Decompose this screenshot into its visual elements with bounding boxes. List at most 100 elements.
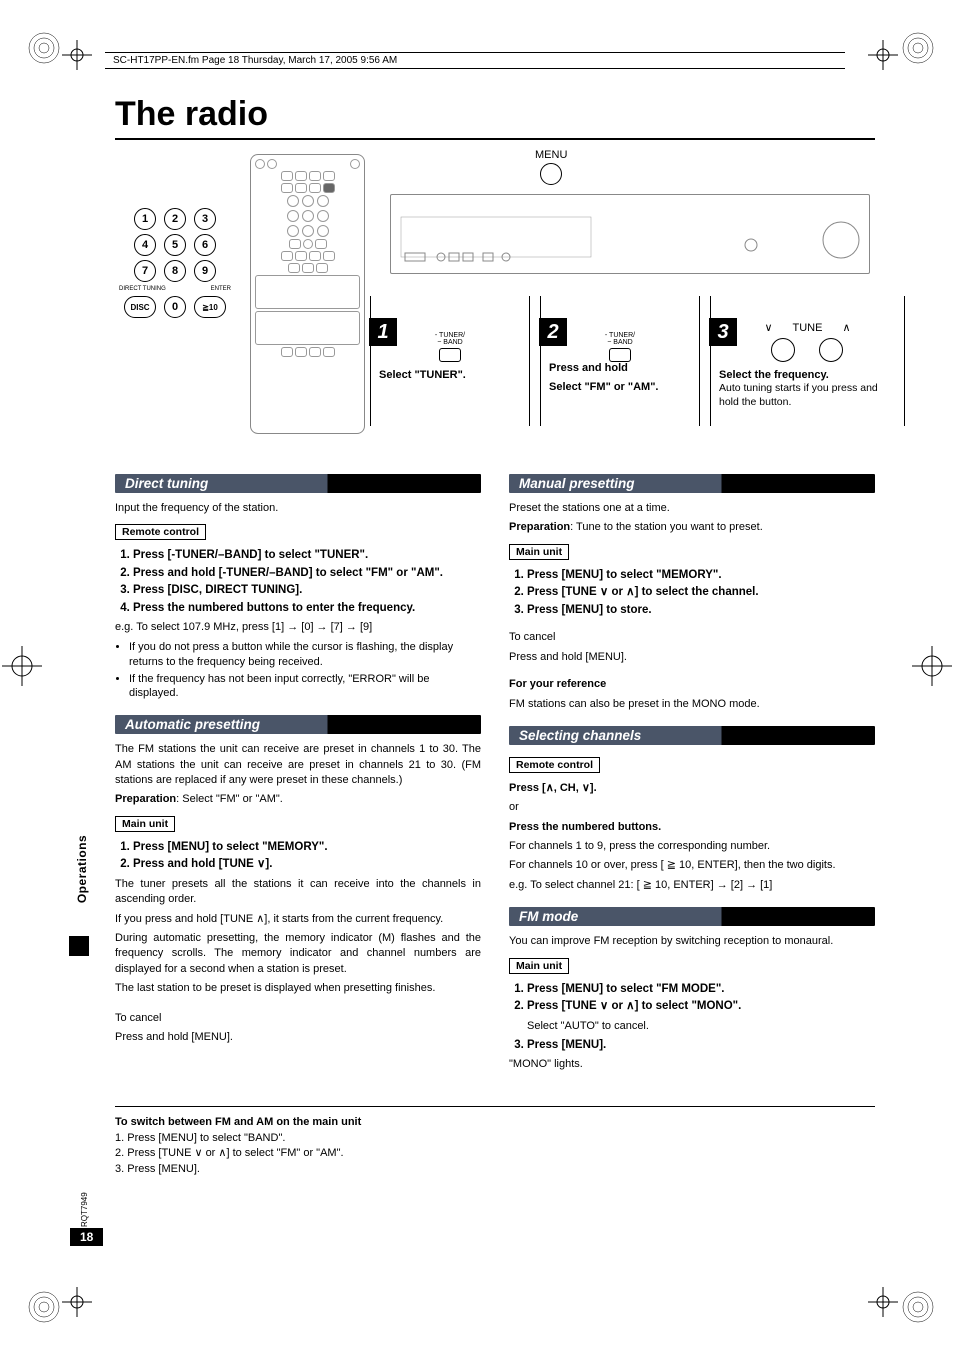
ap-p2: The tuner presets all the stations it ca… bbox=[115, 877, 481, 908]
tune-down-icon: ∨ bbox=[764, 321, 772, 334]
fm-step-3: Press [MENU]. bbox=[527, 1038, 875, 1054]
dt-b2: If the frequency has not been input corr… bbox=[129, 672, 481, 702]
sc-l1: Press [∧, CH, ∨]. bbox=[509, 782, 597, 794]
fm-after: "MONO" lights. bbox=[509, 1057, 875, 1072]
dt-b1: If you do not press a button while the c… bbox=[129, 640, 481, 670]
menu-label: MENU bbox=[535, 149, 567, 185]
fm-step-2: Press [TUNE ∨ or ∧] to select "MONO". bbox=[527, 999, 875, 1015]
num-5: 5 bbox=[164, 234, 186, 256]
num-9: 9 bbox=[194, 260, 216, 282]
head-auto-preset: Automatic presetting bbox=[115, 715, 481, 734]
num-3: 3 bbox=[194, 208, 216, 230]
num-1: 1 bbox=[134, 208, 156, 230]
print-header: SC-HT17PP-EN.fm Page 18 Thursday, March … bbox=[105, 52, 845, 69]
footer-title: To switch between FM and AM on the main … bbox=[115, 1115, 875, 1130]
page-number: 18 bbox=[70, 1228, 103, 1246]
dt-step-3: Press [DISC, DIRECT TUNING]. bbox=[133, 583, 481, 599]
main-unit-illustration bbox=[390, 194, 870, 274]
crop-mark-right bbox=[912, 646, 952, 686]
label-direct-tuning: DIRECT TUNING bbox=[119, 286, 166, 292]
disc-btn: DISC bbox=[124, 296, 156, 318]
steps-row: 1 - TUNER/ − BAND Select "TUNER". 2 - TU… bbox=[370, 296, 905, 426]
mp-list: Press [MENU] to select "MEMORY". Press [… bbox=[509, 568, 875, 619]
ap-p5: The last station to be preset is display… bbox=[115, 981, 481, 996]
ap-cancel-h: To cancel bbox=[115, 1011, 481, 1026]
right-column: Manual presetting Preset the stations on… bbox=[509, 460, 875, 1076]
sc-box: Remote control bbox=[509, 757, 600, 773]
ap-p4: During automatic presetting, the memory … bbox=[115, 931, 481, 977]
step1-btn-label: - TUNER/ − BAND bbox=[435, 332, 465, 346]
page-title: The radio bbox=[115, 95, 884, 134]
dt-box: Remote control bbox=[115, 524, 206, 540]
mp-prep-label: Preparation bbox=[509, 521, 570, 533]
mp-step-2: Press [TUNE ∨ or ∧] to select the channe… bbox=[527, 585, 875, 601]
crop-rosette-br bbox=[900, 1289, 936, 1325]
tune-down-knob-icon bbox=[771, 338, 795, 362]
crop-mark-left bbox=[2, 646, 42, 686]
crop-rosette-bl bbox=[26, 1289, 62, 1325]
step2-caption: Select "FM" or "AM". bbox=[549, 380, 691, 394]
dt-bullets: If you do not press a button while the c… bbox=[115, 640, 481, 701]
fm-sub1: Select "AUTO" to cancel. bbox=[527, 1019, 875, 1034]
head-manual-preset: Manual presetting bbox=[509, 474, 875, 493]
tune-label: TUNE bbox=[793, 322, 823, 334]
mp-cancel-t: Press and hold [MENU]. bbox=[509, 650, 875, 665]
crop-target-tr bbox=[868, 40, 898, 70]
tune-up-icon: ∧ bbox=[842, 321, 850, 334]
footer-line-1: 1. Press [MENU] to select "BAND". bbox=[115, 1131, 875, 1146]
fm-intro: You can improve FM reception by switchin… bbox=[509, 934, 875, 949]
mp-step-1: Press [MENU] to select "MEMORY". bbox=[527, 568, 875, 584]
num-gte10: ≧10 bbox=[194, 296, 226, 318]
num-7: 7 bbox=[134, 260, 156, 282]
sc-or: or bbox=[509, 800, 875, 815]
sc-t3: e.g. To select channel 21: [ ≧ 10, ENTER… bbox=[509, 878, 875, 893]
fm-step-1: Press [MENU] to select "FM MODE". bbox=[527, 982, 875, 998]
tune-up-knob-icon bbox=[819, 338, 843, 362]
diagram-area: 123 456 789 DIRECT TUNINGENTER DISC0≧10 … bbox=[115, 154, 875, 454]
ap-list: Press [MENU] to select "MEMORY". Press a… bbox=[115, 840, 481, 873]
fm-list-2: Press [MENU]. bbox=[509, 1038, 875, 1054]
mp-intro: Preset the stations one at a time. bbox=[509, 501, 875, 516]
mp-ref-t: FM stations can also be preset in the MO… bbox=[509, 697, 875, 712]
footer-line-3: 3. Press [MENU]. bbox=[115, 1162, 875, 1177]
dt-intro: Input the frequency of the station. bbox=[115, 501, 481, 516]
dt-step-1: Press [-TUNER/–BAND] to select "TUNER". bbox=[133, 548, 481, 564]
menu-text: MENU bbox=[535, 149, 567, 161]
step2-pre: Press and hold bbox=[549, 362, 691, 374]
page-number-area: RQT7949 18 bbox=[70, 1228, 103, 1246]
rqt-code: RQT7949 bbox=[80, 1192, 89, 1227]
step-3: 3 ∨ TUNE ∧ Select the freque bbox=[710, 296, 905, 426]
ap-prep: Preparation: Select "FM" or "AM". bbox=[115, 792, 481, 807]
num-8: 8 bbox=[164, 260, 186, 282]
footer-line-2: 2. Press [TUNE ∨ or ∧] to select "FM" or… bbox=[115, 1146, 875, 1161]
crop-target-tl bbox=[62, 40, 92, 70]
step3-sub: Auto tuning starts if you press and hold… bbox=[719, 382, 896, 409]
ap-prep-label: Preparation bbox=[115, 793, 176, 805]
mp-cancel-h: To cancel bbox=[509, 630, 875, 645]
ap-step-1: Press [MENU] to select "MEMORY". bbox=[133, 840, 481, 856]
step-num-1: 1 bbox=[369, 318, 397, 346]
step-num-3: 3 bbox=[709, 318, 737, 346]
num-6: 6 bbox=[194, 234, 216, 256]
step-1: 1 - TUNER/ − BAND Select "TUNER". bbox=[370, 296, 530, 426]
remote-illustration bbox=[250, 154, 365, 434]
crop-rosette-tr bbox=[900, 30, 936, 66]
head-direct-tuning: Direct tuning bbox=[115, 474, 481, 493]
ap-cancel-t: Press and hold [MENU]. bbox=[115, 1030, 481, 1045]
side-tab: Operations bbox=[68, 836, 90, 926]
dt-list: Press [-TUNER/–BAND] to select "TUNER". … bbox=[115, 548, 481, 616]
ap-p1: The FM stations the unit can receive are… bbox=[115, 742, 481, 788]
title-rule bbox=[115, 138, 875, 140]
step-num-2: 2 bbox=[539, 318, 567, 346]
step2-btn-label: - TUNER/ − BAND bbox=[605, 332, 635, 346]
tuner-band-btn-icon bbox=[439, 348, 461, 362]
mp-prep: Preparation: Tune to the station you wan… bbox=[509, 520, 875, 535]
mp-prep-text: : Tune to the station you want to preset… bbox=[570, 521, 763, 533]
dt-eg: e.g. To select 107.9 MHz, press [1] → [0… bbox=[115, 620, 481, 635]
left-column: Direct tuning Input the frequency of the… bbox=[115, 460, 481, 1076]
mp-ref-h: For your reference bbox=[509, 678, 606, 690]
side-tab-label: Operations bbox=[75, 835, 89, 903]
step1-caption: Select "TUNER". bbox=[379, 368, 521, 382]
sc-t1: For channels 1 to 9, press the correspon… bbox=[509, 839, 875, 854]
ap-prep-text: : Select "FM" or "AM". bbox=[176, 793, 283, 805]
